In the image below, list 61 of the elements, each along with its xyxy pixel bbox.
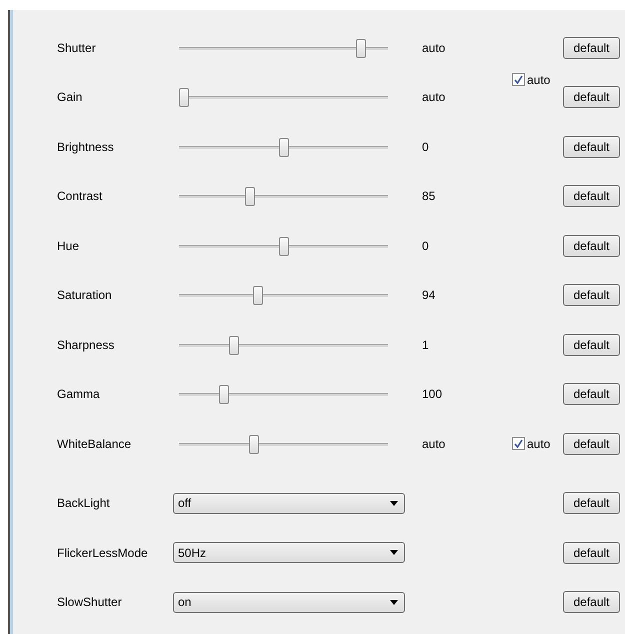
slider[interactable] — [179, 136, 388, 158]
setting-label: BackLight — [57, 496, 111, 510]
setting-label: Brightness — [57, 140, 115, 154]
setting-label: Saturation — [57, 288, 113, 302]
default-button[interactable]: default — [563, 432, 620, 455]
value-reading: 100 — [422, 387, 444, 402]
default-button[interactable]: default — [563, 334, 620, 356]
slider-thumb[interactable] — [248, 434, 259, 454]
dropdown[interactable]: off — [173, 492, 405, 514]
value-reading: 85 — [422, 189, 436, 204]
setting-label: FlickerLessMode — [57, 546, 149, 560]
setting-label: Sharpness — [57, 338, 116, 352]
setting-label: Shutter — [57, 40, 97, 55]
caret-icon — [390, 500, 398, 506]
slider[interactable] — [179, 36, 388, 59]
default-button[interactable]: default — [563, 185, 620, 208]
checkbox-label: auto — [527, 72, 550, 86]
default-button[interactable]: default — [563, 86, 620, 108]
slider[interactable] — [179, 185, 388, 208]
setting-label: WhiteBalance — [57, 436, 132, 451]
caret-icon — [390, 600, 398, 605]
slider[interactable] — [179, 284, 388, 306]
slider[interactable] — [179, 234, 388, 257]
slider[interactable] — [179, 334, 388, 356]
setting-label: SlowShutter — [57, 595, 123, 610]
slider-thumb[interactable] — [252, 286, 263, 306]
setting-label: Gamma — [57, 387, 101, 402]
checkbox[interactable] — [512, 73, 525, 86]
default-button[interactable]: default — [563, 383, 620, 406]
default-button[interactable]: default — [563, 234, 620, 257]
value-reading: 0 — [422, 238, 430, 253]
default-button[interactable]: default — [563, 542, 620, 564]
caret-icon — [390, 550, 398, 556]
slider-thumb[interactable] — [356, 38, 366, 58]
value-reading: auto — [422, 40, 446, 55]
slider[interactable] — [179, 432, 388, 455]
slider-thumb[interactable] — [278, 138, 288, 157]
slider-thumb[interactable] — [278, 236, 288, 256]
default-button[interactable]: default — [563, 492, 620, 514]
setting-label: Hue — [57, 238, 80, 253]
default-button[interactable]: default — [563, 136, 620, 158]
value-reading: auto — [422, 436, 446, 451]
setting-label: Gain — [57, 90, 84, 104]
default-button[interactable]: default — [563, 36, 620, 59]
value-reading: 1 — [422, 338, 430, 352]
setting-label: Contrast — [57, 189, 104, 204]
value-reading: 0 — [422, 140, 430, 154]
dropdown[interactable]: 50Hz — [173, 542, 405, 564]
slider[interactable] — [179, 383, 388, 406]
dropdown[interactable]: on — [173, 592, 405, 613]
checkbox-label: auto — [527, 436, 550, 451]
slider-thumb[interactable] — [228, 336, 239, 355]
slider-thumb[interactable] — [218, 385, 229, 404]
slider[interactable] — [179, 86, 388, 108]
slider-thumb[interactable] — [244, 187, 255, 206]
default-button[interactable]: default — [563, 284, 620, 306]
checkbox[interactable] — [512, 437, 525, 450]
value-reading: 94 — [422, 288, 436, 302]
value-reading: auto — [422, 90, 446, 104]
slider-thumb[interactable] — [179, 88, 189, 108]
default-button[interactable]: default — [563, 591, 620, 614]
